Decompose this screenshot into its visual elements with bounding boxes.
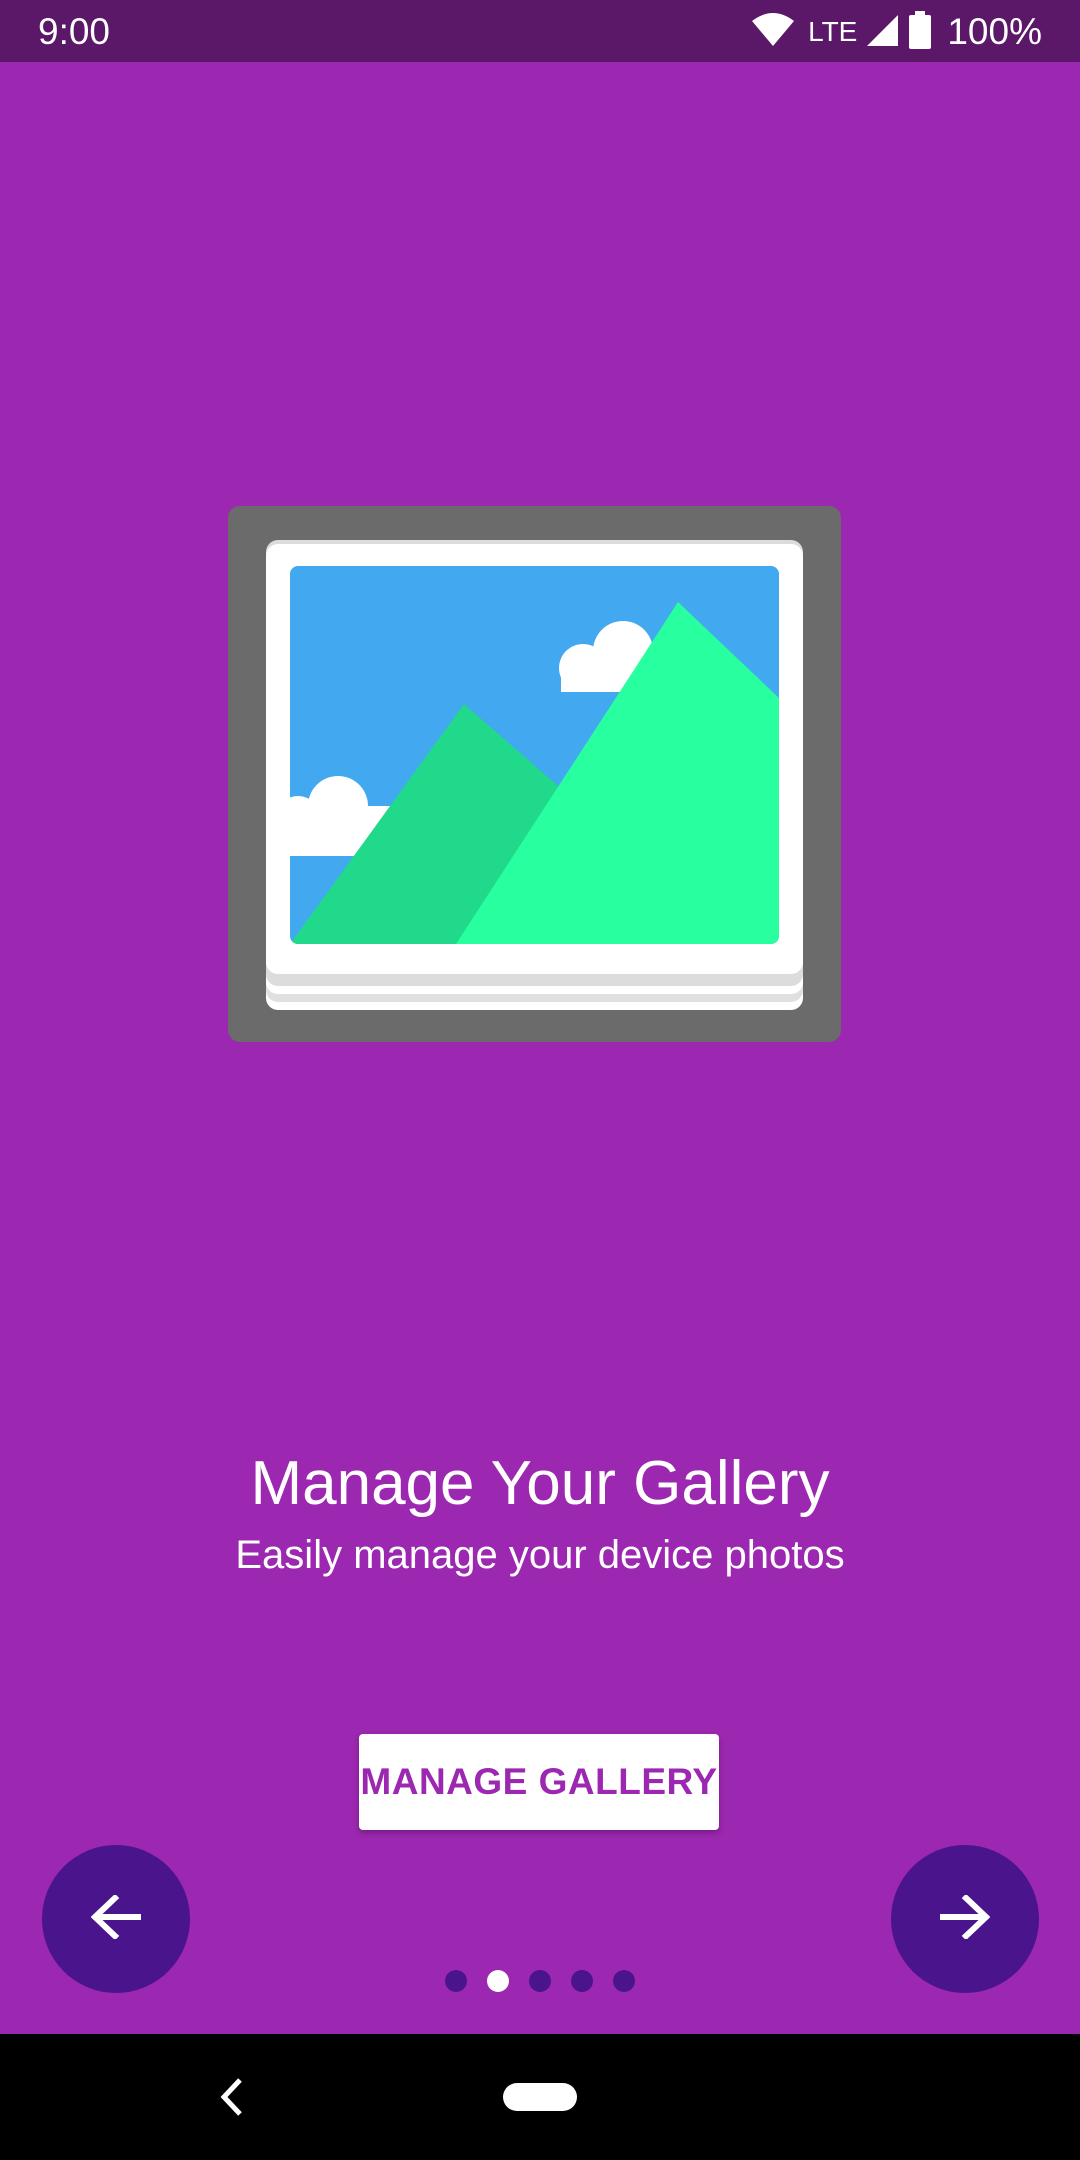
page-dot-1[interactable]: [445, 1970, 467, 1992]
status-time: 9:00: [38, 11, 111, 52]
page-dot-2[interactable]: [487, 1970, 509, 1992]
page-dot-3[interactable]: [529, 1970, 551, 1992]
home-pill-icon[interactable]: [503, 2083, 577, 2111]
battery-icon: [909, 10, 932, 54]
page-dot-4[interactable]: [571, 1970, 593, 1992]
status-icons: LTE 100%: [752, 10, 1042, 54]
battery-percent: 100%: [947, 11, 1042, 52]
wifi-icon: [752, 12, 795, 52]
page-indicator: [0, 1970, 1080, 1992]
cell-signal-icon: [867, 13, 899, 52]
manage-gallery-button[interactable]: MANAGE GALLERY: [359, 1734, 719, 1830]
slide-title: Manage Your Gallery: [250, 1449, 830, 1518]
gallery-photo-icon: [228, 506, 841, 1042]
arrow-right-icon: [939, 1893, 991, 1944]
arrow-left-icon: [90, 1893, 142, 1944]
onboarding-screen: 9:00 LTE 100% Manage Your Gallery Easily…: [0, 0, 1080, 2160]
system-nav-bar: [0, 2034, 1080, 2160]
status-bar: 9:00 LTE 100%: [0, 0, 1080, 62]
slide-subtitle: Easily manage your device photos: [235, 1533, 845, 1577]
network-type: LTE: [808, 16, 858, 47]
back-chevron-icon[interactable]: [218, 2076, 248, 2118]
page-dot-5[interactable]: [613, 1970, 635, 1992]
